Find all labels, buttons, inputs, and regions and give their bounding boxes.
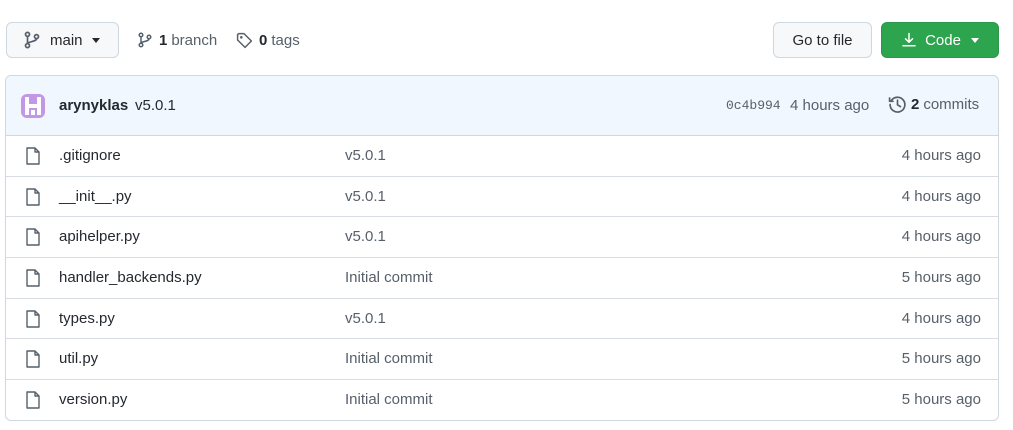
go-to-file-button[interactable]: Go to file: [773, 22, 872, 58]
avatar[interactable]: [21, 94, 45, 118]
commit-author[interactable]: arynyklas: [59, 97, 128, 114]
git-branch-icon: [24, 31, 40, 49]
file-commit-message[interactable]: Initial commit: [345, 269, 433, 286]
file-commit-message[interactable]: Initial commit: [345, 391, 433, 408]
table-row: apihelper.py v5.0.1 4 hours ago: [6, 217, 998, 259]
commits-link[interactable]: 2 commits: [888, 95, 979, 114]
latest-commit-header: arynyklas v5.0.1 0c4b994 4 hours ago 2 c…: [6, 76, 998, 136]
file-icon: [26, 147, 40, 165]
file-name[interactable]: __init__.py: [59, 188, 132, 205]
table-row: types.py v5.0.1 4 hours ago: [6, 299, 998, 340]
file-list: .gitignore v5.0.1 4 hours ago __init__.p…: [6, 136, 998, 420]
chevron-down-icon: [970, 37, 979, 43]
file-commit-time: 5 hours ago: [901, 269, 981, 287]
table-row: .gitignore v5.0.1 4 hours ago: [6, 136, 998, 177]
file-commit-time: 4 hours ago: [901, 147, 981, 164]
file-commit-time: 5 hours ago: [901, 350, 981, 368]
file-commit-time: 4 hours ago: [901, 187, 981, 205]
file-icon: [26, 310, 40, 328]
file-name[interactable]: .gitignore: [59, 147, 121, 164]
file-icon: [26, 187, 40, 206]
file-commit-time: 4 hours ago: [901, 309, 981, 327]
file-name[interactable]: types.py: [59, 310, 115, 327]
file-icon: [26, 350, 40, 369]
file-commit-time: 4 hours ago: [901, 228, 981, 246]
table-row: __init__.py v5.0.1 4 hours ago: [6, 177, 998, 218]
file-commit-message[interactable]: v5.0.1: [345, 188, 386, 205]
tag-icon: [236, 32, 253, 48]
branches-link[interactable]: 1 branch: [137, 22, 217, 58]
tags-link[interactable]: 0 tags: [236, 22, 300, 58]
file-commit-message[interactable]: v5.0.1: [345, 228, 386, 245]
file-name[interactable]: version.py: [59, 391, 127, 408]
file-name[interactable]: handler_backends.py: [59, 269, 202, 286]
history-icon: [888, 96, 906, 113]
branch-count: 1: [159, 31, 168, 49]
branch-select-button[interactable]: main: [6, 22, 119, 58]
branch-label: branch: [171, 31, 218, 49]
repo-toolbar: main 1 branch 0 tags Go to file Code: [0, 0, 1013, 76]
commit-sha[interactable]: 0c4b994: [726, 98, 781, 113]
file-commit-message[interactable]: Initial commit: [345, 350, 433, 367]
commits-label: commits: [923, 96, 980, 113]
table-row: util.py Initial commit 5 hours ago: [6, 339, 998, 381]
file-name[interactable]: apihelper.py: [59, 228, 140, 245]
tag-label: tags: [271, 31, 300, 49]
download-icon: [902, 32, 916, 47]
file-icon: [26, 269, 40, 287]
branch-name: main: [50, 31, 83, 49]
chevron-down-icon: [91, 37, 100, 43]
file-browser: arynyklas v5.0.1 0c4b994 4 hours ago 2 c…: [5, 75, 999, 421]
file-commit-message[interactable]: v5.0.1: [345, 147, 386, 164]
file-name[interactable]: util.py: [59, 350, 98, 367]
commit-time: 4 hours ago: [790, 97, 870, 114]
file-commit-message[interactable]: v5.0.1: [345, 310, 386, 327]
git-branch-icon: [138, 32, 152, 48]
table-row: version.py Initial commit 5 hours ago: [6, 380, 998, 420]
code-label: Code: [925, 31, 961, 49]
code-button[interactable]: Code: [881, 22, 999, 58]
file-icon: [26, 228, 40, 247]
commits-count: 2: [911, 96, 920, 113]
file-commit-time: 5 hours ago: [901, 391, 981, 409]
tag-count: 0: [259, 31, 268, 49]
file-icon: [26, 391, 40, 409]
commit-message[interactable]: v5.0.1: [135, 97, 176, 114]
table-row: handler_backends.py Initial commit 5 hou…: [6, 258, 998, 299]
